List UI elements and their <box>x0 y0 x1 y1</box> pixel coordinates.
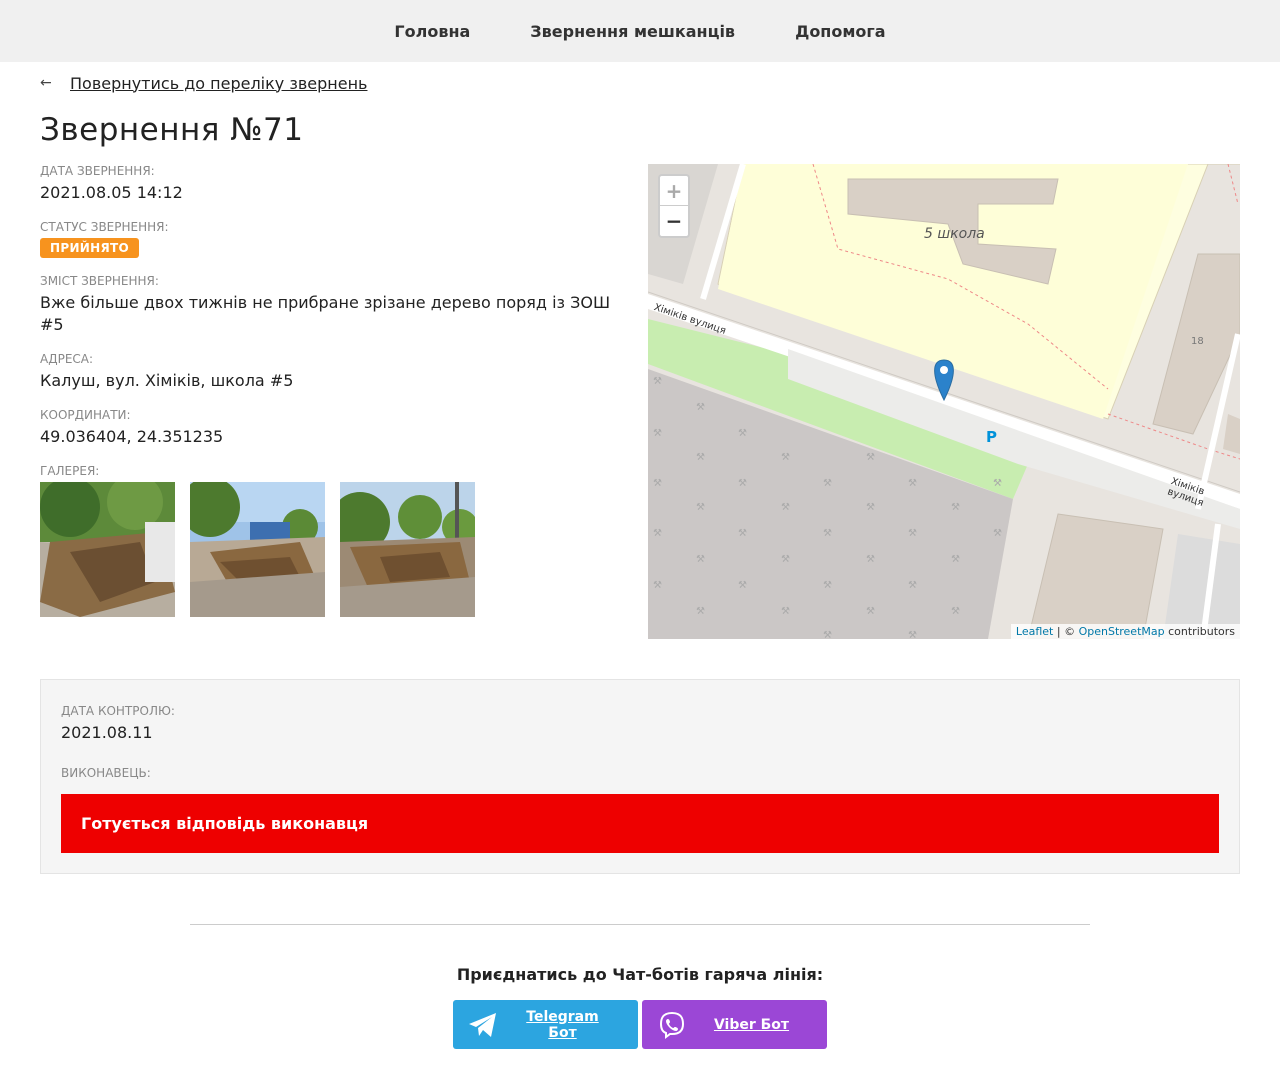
viber-bot-button[interactable]: Viber Бот <box>642 1000 827 1049</box>
main-container: ← Повернутись до переліку звернень Зверн… <box>40 72 1240 874</box>
address-value: Калуш, вул. Хіміків, школа #5 <box>40 371 294 390</box>
leaflet-link[interactable]: Leaflet <box>1016 625 1053 638</box>
zoom-in-button[interactable]: + <box>660 176 688 206</box>
attribution-separator: | © <box>1053 625 1079 638</box>
svg-text:⚒: ⚒ <box>653 528 662 539</box>
status-field: Статус звернення: Прийнято <box>40 220 648 258</box>
status-badge: Прийнято <box>40 238 139 258</box>
svg-text:⚒: ⚒ <box>696 554 705 565</box>
zoom-out-button[interactable]: − <box>660 206 688 236</box>
content-value: Вже більше двох тижнів не прибране зріза… <box>40 293 611 334</box>
top-navigation: Головна Звернення мешканців Допомога <box>0 0 1280 62</box>
svg-text:⚒: ⚒ <box>951 606 960 617</box>
nav-appeals-link[interactable]: Звернення мешканців <box>530 22 735 41</box>
parking-icon: P <box>986 428 997 446</box>
svg-text:⚒: ⚒ <box>823 528 832 539</box>
gallery <box>40 482 648 617</box>
attribution-contributors: contributors <box>1164 625 1235 638</box>
coords-value: 49.036404, 24.351235 <box>40 427 224 446</box>
gallery-field: Галерея: <box>40 464 648 617</box>
telegram-bot-button[interactable]: Telegram Бот <box>453 1000 638 1049</box>
svg-text:⚒: ⚒ <box>738 528 747 539</box>
svg-text:⚒: ⚒ <box>653 478 662 489</box>
svg-text:⚒: ⚒ <box>993 478 1002 489</box>
status-label: Статус звернення: <box>40 220 169 234</box>
content-label: Зміст звернення: <box>40 274 159 288</box>
osm-link[interactable]: OpenStreetMap <box>1079 625 1165 638</box>
control-date-label: Дата контролю: <box>61 704 175 718</box>
page-title: Звернення №71 <box>40 112 304 148</box>
executor-label: Виконавець: <box>61 766 151 780</box>
date-value: 2021.08.05 14:12 <box>40 183 183 202</box>
svg-text:⚒: ⚒ <box>908 630 917 639</box>
svg-text:⚒: ⚒ <box>866 452 875 463</box>
content-field: Зміст звернення: Вже більше двох тижнів … <box>40 274 648 336</box>
coords-label: Координати: <box>40 408 131 422</box>
address-label: Адреса: <box>40 352 94 366</box>
back-to-list-link[interactable]: Повернутись до переліку звернень <box>70 74 367 93</box>
svg-text:⚒: ⚒ <box>781 502 790 513</box>
gallery-label: Галерея: <box>40 464 100 478</box>
svg-text:⚒: ⚒ <box>823 630 832 639</box>
map-label-house: 18 <box>1191 336 1204 347</box>
svg-text:⚒: ⚒ <box>866 554 875 565</box>
appeal-details: Дата звернення: 2021.08.05 14:12 Статус … <box>40 164 648 639</box>
svg-text:⚒: ⚒ <box>653 580 662 591</box>
chatbot-buttons: Telegram Бот Viber Бот <box>0 1000 1280 1049</box>
viber-icon <box>642 1011 702 1039</box>
control-date-value: 2021.08.11 <box>61 723 153 742</box>
date-field: Дата звернення: 2021.08.05 14:12 <box>40 164 648 204</box>
gallery-photo[interactable] <box>40 482 175 617</box>
svg-text:⚒: ⚒ <box>908 580 917 591</box>
svg-text:⚒: ⚒ <box>823 478 832 489</box>
executor-status-banner: Готується відповідь виконавця <box>61 794 1219 853</box>
map-zoom-control: + − <box>658 174 690 238</box>
nav-help-link[interactable]: Допомога <box>795 22 886 41</box>
svg-text:⚒: ⚒ <box>951 502 960 513</box>
svg-text:⚒: ⚒ <box>823 580 832 591</box>
address-field: Адреса: Калуш, вул. Хіміків, школа #5 <box>40 352 648 392</box>
viber-bot-label: Viber Бот <box>713 1016 790 1033</box>
svg-text:⚒: ⚒ <box>781 452 790 463</box>
svg-text:⚒: ⚒ <box>781 554 790 565</box>
svg-text:⚒: ⚒ <box>696 452 705 463</box>
map-attribution: Leaflet | © OpenStreetMap contributors <box>1010 624 1240 639</box>
nav-home-link[interactable]: Головна <box>394 22 470 41</box>
date-label: Дата звернення: <box>40 164 155 178</box>
svg-text:⚒: ⚒ <box>908 528 917 539</box>
gallery-photo[interactable] <box>190 482 325 617</box>
footer-divider <box>190 924 1090 925</box>
svg-text:⚒: ⚒ <box>738 580 747 591</box>
svg-text:⚒: ⚒ <box>781 606 790 617</box>
svg-text:⚒: ⚒ <box>653 376 662 387</box>
map-label-school: 5 школа <box>924 226 985 242</box>
join-chatbots-title: Приєднатись до Чат-ботів гаряча лінія: <box>456 965 824 984</box>
coords-field: Координати: 49.036404, 24.351235 <box>40 408 648 448</box>
svg-text:⚒: ⚒ <box>951 554 960 565</box>
appeal-content: Дата звернення: 2021.08.05 14:12 Статус … <box>40 164 1240 639</box>
gallery-photo[interactable] <box>340 482 475 617</box>
svg-text:⚒: ⚒ <box>653 428 662 439</box>
svg-text:⚒: ⚒ <box>738 478 747 489</box>
map-column: ⚒ ⚒ ⚒ ⚒ ⚒ ⚒ ⚒ ⚒ ⚒ ⚒ ⚒ ⚒ ⚒ ⚒ ⚒ ⚒ ⚒ ⚒ ⚒ ⚒ ⚒ ⚒ ⚒ ⚒ ⚒ ⚒ ⚒ ⚒ ⚒ ⚒ … <box>648 164 1240 639</box>
svg-text:⚒: ⚒ <box>993 528 1002 539</box>
control-panel: Дата контролю: 2021.08.11 Виконавець: Го… <box>40 679 1240 874</box>
svg-text:⚒: ⚒ <box>908 478 917 489</box>
svg-text:⚒: ⚒ <box>866 502 875 513</box>
telegram-icon <box>453 1012 513 1038</box>
map[interactable]: ⚒ ⚒ ⚒ ⚒ ⚒ ⚒ ⚒ ⚒ ⚒ ⚒ ⚒ ⚒ ⚒ ⚒ ⚒ ⚒ ⚒ ⚒ ⚒ ⚒ ⚒ ⚒ ⚒ ⚒ ⚒ ⚒ ⚒ ⚒ ⚒ ⚒ … <box>648 164 1240 639</box>
arrow-left-icon[interactable]: ← <box>40 75 70 91</box>
telegram-bot-label: Telegram Бот <box>526 1008 599 1041</box>
svg-text:⚒: ⚒ <box>738 428 747 439</box>
control-date-field: Дата контролю: 2021.08.11 <box>61 704 1219 744</box>
svg-text:⚒: ⚒ <box>696 606 705 617</box>
svg-text:⚒: ⚒ <box>866 606 875 617</box>
svg-text:⚒: ⚒ <box>696 502 705 513</box>
back-row: ← Повернутись до переліку звернень <box>40 72 1240 94</box>
svg-text:⚒: ⚒ <box>696 402 705 413</box>
